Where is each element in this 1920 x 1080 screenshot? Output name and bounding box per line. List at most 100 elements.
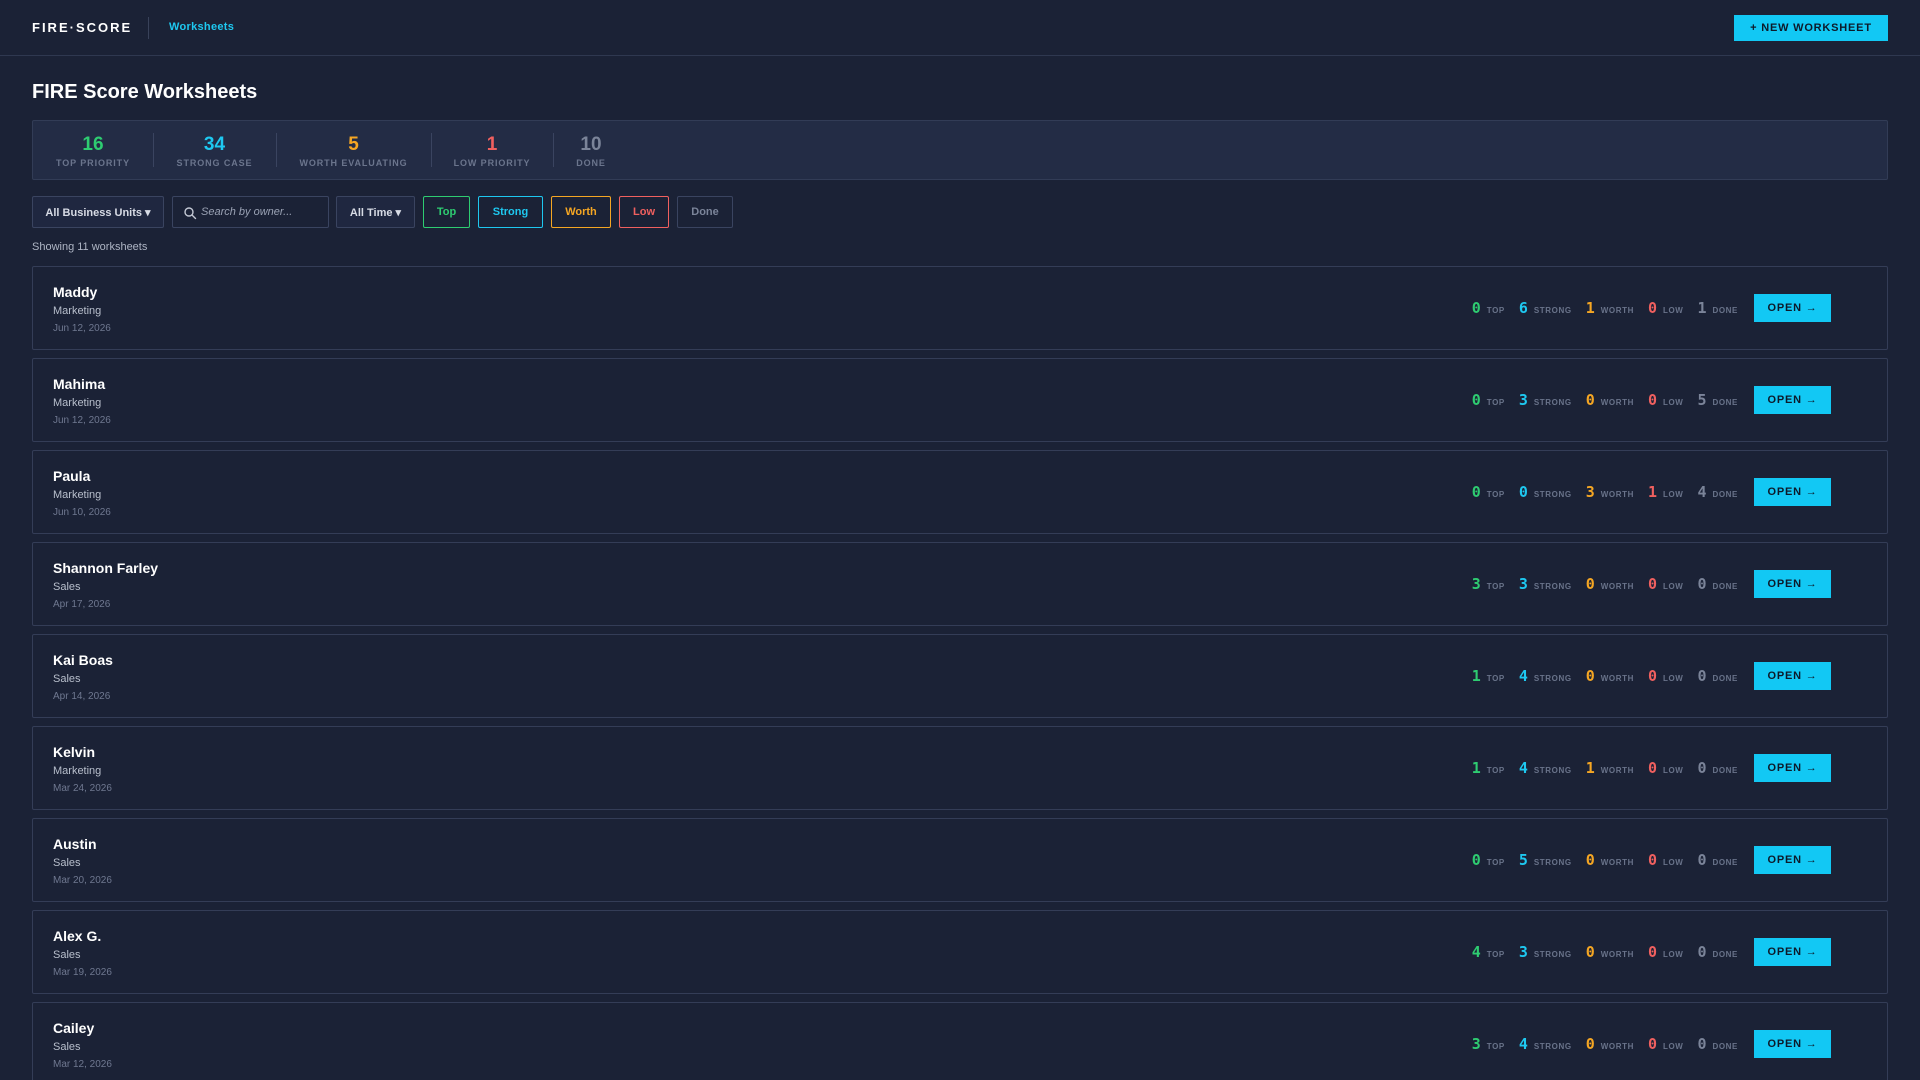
count-worth-label: WORTH [1600,398,1634,407]
business-unit: Sales [53,1041,81,1053]
count-strong-label: STRONG [1533,398,1572,407]
count-top-value: 4 [1471,943,1481,961]
owner-name: Mahima [53,376,106,392]
count-done-value: 0 [1697,667,1707,685]
count-top-label: TOP [1486,582,1505,591]
open-worksheet-button[interactable]: OPEN → [1754,478,1831,506]
count-low: 0 LOW [1648,851,1684,869]
worksheet-date: Jun 12, 2026 [53,323,111,334]
open-worksheet-button[interactable]: OPEN → [1754,386,1831,414]
count-low-value: 0 [1647,391,1657,409]
results-count: Showing 11 worksheets [32,241,148,253]
time-range-dropdown[interactable]: All Time ▾ [336,196,415,228]
business-unit: Sales [53,949,81,961]
stat-value: 10 [580,134,602,155]
count-top: 0 TOP [1472,299,1505,317]
score-counts: 0 TOP 6 STRONG 1 WORTH 0 LOW 1 DONE OPEN → [1472,267,1831,349]
filter-chip-top[interactable]: Top [423,196,470,228]
brand-logo[interactable]: FIRE·SCORE [32,20,132,35]
owner-name: Paula [53,468,91,484]
stats-summary: 16 TOP PRIORITY 34 STRONG CASE 5 WORTH E… [32,120,1888,180]
open-worksheet-button[interactable]: OPEN → [1754,570,1831,598]
count-done-value: 0 [1697,1035,1707,1053]
worksheet-row[interactable]: Austin Sales Mar 20, 2026 0 TOP 5 STRONG 0 WORTH… [32,818,1888,902]
worksheet-row[interactable]: Cailey Sales Mar 12, 2026 3 TOP 4 STRONG 0 WORTH… [32,1002,1888,1080]
count-done-label: DONE [1712,490,1738,499]
stat-value: 16 [82,134,104,155]
count-worth-value: 0 [1585,575,1595,593]
worksheet-row[interactable]: Kai Boas Sales Apr 14, 2026 1 TOP 4 STRONG 0 WOR… [32,634,1888,718]
count-top-value: 0 [1471,299,1481,317]
count-worth: 3 WORTH [1586,483,1634,501]
search-box[interactable] [172,196,329,228]
score-counts: 0 TOP 3 STRONG 0 WORTH 0 LOW 5 DONE OPEN → [1472,359,1831,441]
count-done: 0 DONE [1697,667,1738,685]
open-worksheet-button[interactable]: OPEN → [1754,1030,1831,1058]
count-low: 0 LOW [1648,575,1684,593]
count-low: 0 LOW [1648,391,1684,409]
count-top: 0 TOP [1472,391,1505,409]
business-unit: Sales [53,581,81,593]
count-low-label: LOW [1662,674,1684,683]
count-done-label: DONE [1712,582,1738,591]
business-unit-dropdown[interactable]: All Business Units ▾ [32,196,164,228]
count-strong: 3 STRONG [1519,391,1572,409]
count-low: 1 LOW [1648,483,1684,501]
count-strong-value: 3 [1518,943,1528,961]
count-strong: 0 STRONG [1519,483,1572,501]
count-worth-label: WORTH [1600,582,1634,591]
top-bar: FIRE·SCORE Worksheets + NEW WORKSHEET [0,0,1920,56]
count-worth-value: 1 [1585,759,1595,777]
count-done-label: DONE [1712,398,1738,407]
score-counts: 3 TOP 3 STRONG 0 WORTH 0 LOW 0 DONE OPEN → [1472,543,1831,625]
count-top-label: TOP [1486,766,1505,775]
nav-worksheets-link[interactable]: Worksheets [169,21,234,33]
business-unit: Sales [53,673,81,685]
open-worksheet-button[interactable]: OPEN → [1754,938,1831,966]
count-strong-label: STRONG [1533,1042,1572,1051]
count-worth-label: WORTH [1600,950,1634,959]
score-counts: 1 TOP 4 STRONG 1 WORTH 0 LOW 0 DONE OPEN → [1472,727,1831,809]
owner-name: Shannon Farley [53,560,159,576]
worksheet-row[interactable]: Alex G. Sales Mar 19, 2026 4 TOP 3 STRONG 0 WORT… [32,910,1888,994]
count-low-label: LOW [1662,306,1684,315]
filter-chip-worth[interactable]: Worth [551,196,611,228]
count-worth-label: WORTH [1600,674,1634,683]
count-done-value: 5 [1697,391,1707,409]
count-done: 0 DONE [1697,1035,1738,1053]
count-strong-label: STRONG [1533,858,1572,867]
stat-value: 5 [348,134,359,155]
open-worksheet-button[interactable]: OPEN → [1754,662,1831,690]
count-done-label: DONE [1712,950,1738,959]
filter-chip-done[interactable]: Done [677,196,733,228]
count-top-label: TOP [1486,950,1505,959]
count-low-value: 0 [1647,1035,1657,1053]
count-done-value: 0 [1697,851,1707,869]
count-top: 0 TOP [1472,851,1505,869]
count-strong-label: STRONG [1533,490,1572,499]
count-worth: 0 WORTH [1586,851,1634,869]
open-worksheet-button[interactable]: OPEN → [1754,294,1831,322]
worksheet-row[interactable]: Kelvin Marketing Mar 24, 2026 1 TOP 4 STRONG 1 W… [32,726,1888,810]
filter-chip-strong[interactable]: Strong [478,196,543,228]
open-worksheet-button[interactable]: OPEN → [1754,846,1831,874]
count-worth: 1 WORTH [1586,759,1634,777]
worksheet-row[interactable]: Shannon Farley Sales Apr 17, 2026 3 TOP 3 STRO… [32,542,1888,626]
count-top-label: TOP [1486,674,1505,683]
count-done-value: 0 [1697,943,1707,961]
stat-low-priority: 1 LOW PRIORITY [431,121,553,179]
filter-chip-low[interactable]: Low [619,196,669,228]
worksheet-row[interactable]: Mahima Marketing Jun 12, 2026 0 TOP 3 STRONG 0 W… [32,358,1888,442]
count-done: 0 DONE [1697,943,1738,961]
count-strong-value: 0 [1518,483,1528,501]
open-worksheet-button[interactable]: OPEN → [1754,754,1831,782]
count-top-value: 3 [1471,1035,1481,1053]
owner-search-input[interactable] [201,197,325,227]
new-worksheet-button[interactable]: + NEW WORKSHEET [1734,15,1888,41]
score-counts: 4 TOP 3 STRONG 0 WORTH 0 LOW 0 DONE OPEN → [1472,911,1831,993]
worksheet-row[interactable]: Paula Marketing Jun 10, 2026 0 TOP 0 STRONG 3 WO… [32,450,1888,534]
worksheet-date: Mar 20, 2026 [53,875,112,886]
count-worth-value: 0 [1585,1035,1595,1053]
worksheet-row[interactable]: Maddy Marketing Jun 12, 2026 0 TOP 6 STRONG 1 WO… [32,266,1888,350]
worksheet-date: Jun 12, 2026 [53,415,111,426]
